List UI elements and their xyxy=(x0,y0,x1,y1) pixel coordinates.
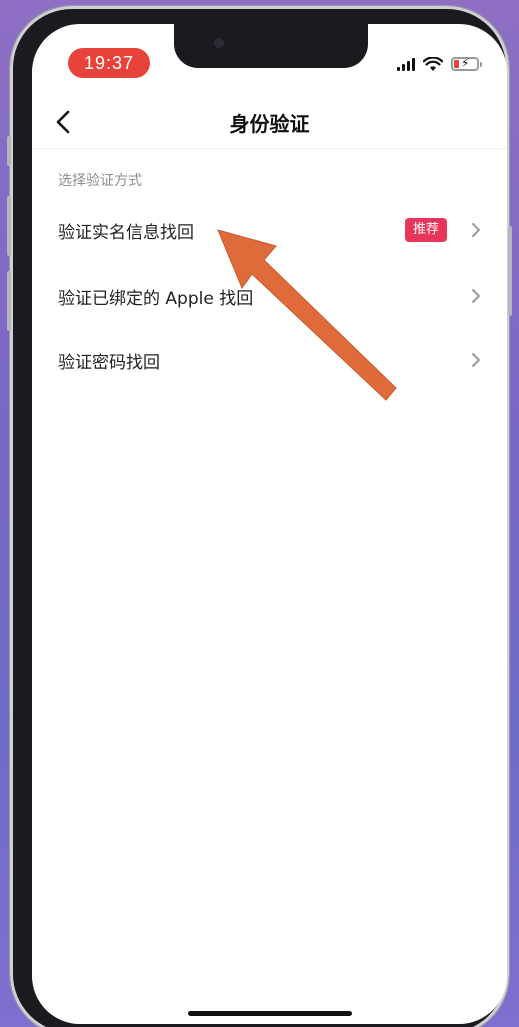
chevron-right-icon xyxy=(472,223,480,237)
volume-up-button xyxy=(7,196,11,256)
recommended-badge: 推荐 xyxy=(404,218,447,242)
page-title: 身份验证 xyxy=(229,112,310,136)
chevron-right-icon xyxy=(472,289,480,303)
option-label: 验证实名信息找回 xyxy=(58,222,194,243)
section-label: 选择验证方式 xyxy=(58,173,142,189)
status-icons: ⚡ xyxy=(397,54,482,74)
camera-icon xyxy=(214,38,224,48)
nav-bar: 身份验证 xyxy=(32,96,507,149)
home-indicator xyxy=(188,1011,352,1016)
battery-charging-icon: ⚡ xyxy=(451,56,482,71)
screen: 19:37 ⚡ 身份验证 选择验证方式 验证实名信息找回 推荐 验证已绑定的 A… xyxy=(32,24,507,1024)
option-verify-apple[interactable]: 验证已绑定的 Apple 找回 xyxy=(32,268,507,324)
signal-icon xyxy=(397,57,415,71)
status-time: 19:37 xyxy=(68,48,150,78)
option-label: 验证已绑定的 Apple 找回 xyxy=(58,288,254,309)
notch xyxy=(174,24,368,68)
chevron-right-icon xyxy=(472,353,480,367)
option-label: 验证密码找回 xyxy=(58,352,160,373)
wifi-icon xyxy=(423,56,443,71)
phone-frame: 19:37 ⚡ 身份验证 选择验证方式 验证实名信息找回 推荐 验证已绑定的 A… xyxy=(7,6,512,1027)
power-button xyxy=(508,226,512,316)
volume-down-button xyxy=(7,271,11,331)
option-verify-password[interactable]: 验证密码找回 xyxy=(32,332,507,388)
mute-switch xyxy=(7,136,11,166)
option-verify-real-name[interactable]: 验证实名信息找回 推荐 xyxy=(32,202,507,258)
